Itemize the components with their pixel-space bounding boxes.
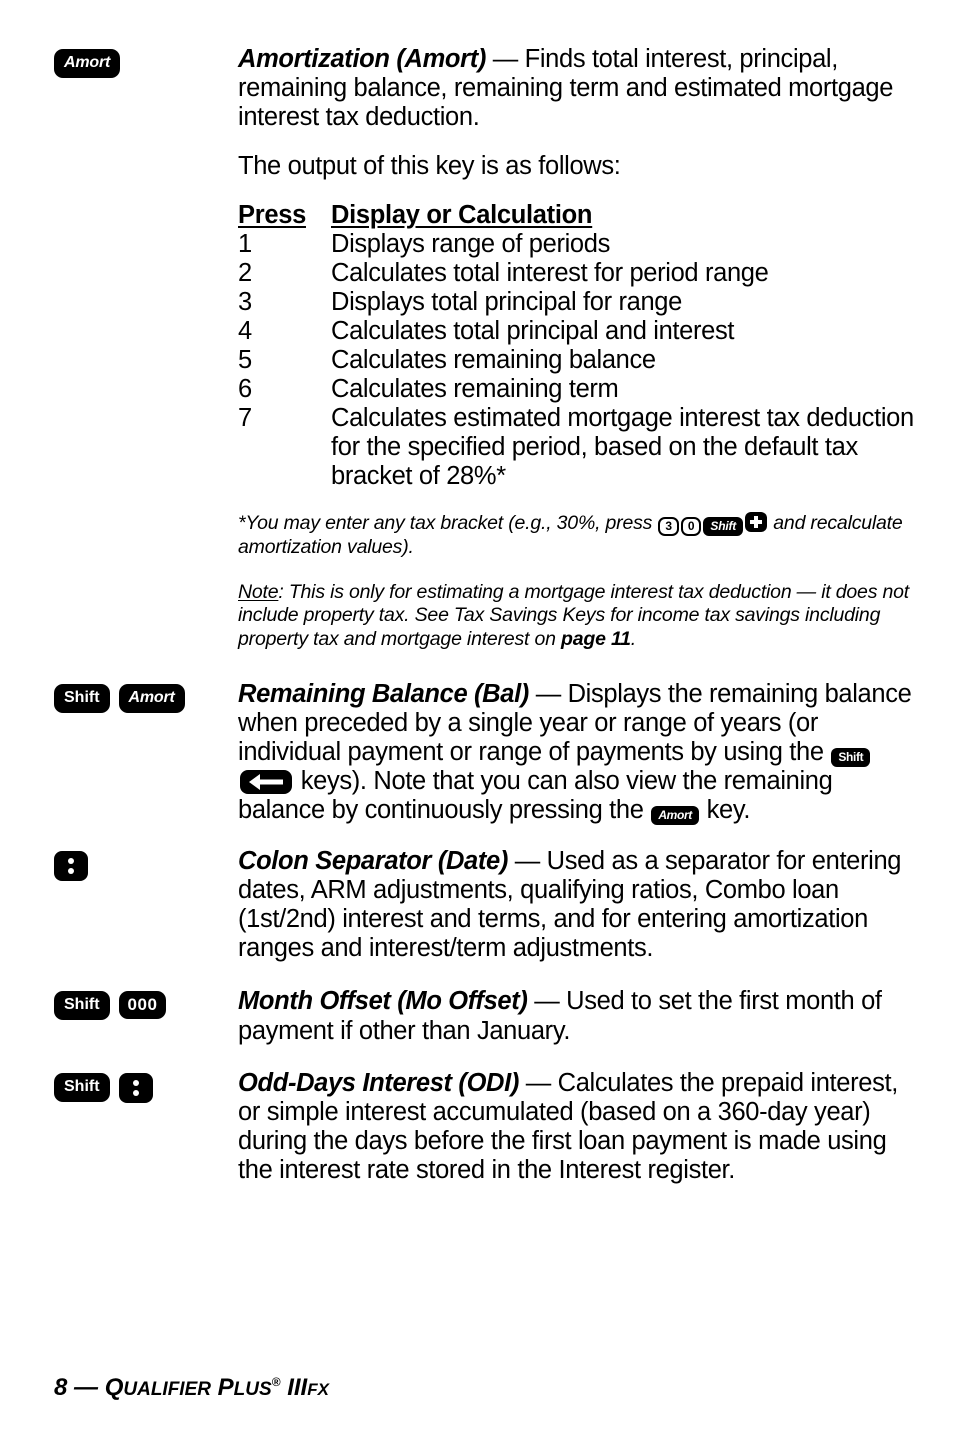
body-column-odd-days-interest: Odd-Days Interest (ODI) — Calculates the…	[238, 1069, 914, 1185]
entry-amortization: Amort Amortization (Amort) — Finds total…	[0, 0, 954, 651]
amort-key-icon: Amort	[651, 806, 699, 826]
em-dash: —	[485, 45, 525, 73]
footer-dash: —	[74, 1374, 99, 1401]
press-value: 1	[238, 229, 252, 258]
amortization-intro: The output of this key is as follows:	[238, 152, 621, 181]
colon-separator-description: Colon Separator (Date) — Used as a separ…	[238, 847, 914, 963]
digit-0-key-icon: 0	[680, 517, 702, 537]
amort-key: Amort	[54, 49, 121, 78]
month-offset-term: Month Offset (Mo Offset)	[238, 987, 528, 1016]
body-column-remaining-balance: Remaining Balance (Bal) — Displays the r…	[238, 679, 914, 826]
em-dash: —	[519, 1068, 558, 1097]
press-value: 3	[238, 287, 252, 316]
manual-page: Amort Amortization (Amort) — Finds total…	[0, 0, 954, 1432]
press-value: 6	[238, 375, 252, 404]
press-value: 4	[238, 316, 252, 345]
month-offset-description: Month Offset (Mo Offset) — Used to set t…	[238, 987, 914, 1045]
entry-odd-days-interest: Shift Odd-Days Interest (ODI) — Calculat…	[0, 1046, 954, 1185]
footer-brand-p: P	[217, 1374, 234, 1401]
shift-key: Shift	[54, 683, 110, 713]
amortization-description: Amortization (Amort) — Finds total inter…	[238, 45, 914, 132]
note-colon: :	[278, 580, 289, 603]
press-value: 2	[238, 258, 252, 287]
key-column-remaining-balance: Shift Amort	[54, 680, 238, 713]
remaining-balance-term: Remaining Balance (Bal)	[238, 679, 529, 708]
press-value: 5	[238, 346, 252, 375]
table-row: 3 Displays total principal for range	[238, 288, 914, 317]
key-column-colon-separator	[54, 847, 238, 882]
odd-days-interest-term: Odd-Days Interest (ODI)	[238, 1068, 519, 1097]
key-column-month-offset: Shift 000	[54, 987, 238, 1021]
shift-key-icon: Shift	[703, 517, 744, 537]
table-row: 6 Calculates remaining term	[238, 375, 914, 404]
column-header-press: Press	[238, 201, 306, 230]
display-value: Calculates remaining term	[331, 375, 619, 404]
display-value: Calculates estimated mortgage interest t…	[331, 404, 914, 491]
note-text-part2: .	[630, 627, 637, 650]
footer-brand-qualifier: UALIFIER	[123, 1379, 211, 1400]
colon-key	[118, 1072, 153, 1103]
shift-key: Shift	[54, 991, 110, 1021]
page-footer: 8 — QUALIFIER PLUS® IIIFX	[54, 1374, 329, 1402]
footer-page-number: 8	[54, 1374, 68, 1401]
tax-bracket-footnote: *You may enter any tax bracket (e.g., 30…	[238, 512, 914, 559]
footer-brand-plus: LUS	[233, 1379, 272, 1400]
table-row: 4 Calculates total principal and interes…	[238, 317, 914, 346]
table-row: 7 Calculates estimated mortgage interest…	[238, 404, 914, 491]
column-header-display: Display or Calculation	[331, 201, 593, 230]
press-value: 7	[238, 404, 252, 433]
table-row: 5 Calculates remaining balance	[238, 346, 914, 375]
body-column-amortization: Amortization (Amort) — Finds total inter…	[238, 45, 914, 651]
footer-brand-q: Q	[104, 1374, 124, 1401]
amortization-term: Amortization (Amort)	[238, 45, 486, 73]
display-value: Displays range of periods	[331, 229, 610, 258]
key-column-amortization: Amort	[54, 45, 238, 78]
colon-key	[54, 851, 88, 882]
digit-3-key-icon: 3	[658, 517, 679, 537]
footer-model-fx: FX	[307, 1380, 329, 1399]
amort-key: Amort	[118, 683, 185, 713]
em-dash: —	[508, 847, 547, 876]
amortization-note: Note: This is only for estimating a mort…	[238, 581, 914, 651]
body-column-month-offset: Month Offset (Mo Offset) — Used to set t…	[238, 987, 914, 1045]
left-arrow-key-icon	[240, 770, 292, 795]
display-value: Displays total principal for range	[331, 287, 682, 316]
footer-registered-mark: ®	[271, 1375, 281, 1389]
remaining-balance-body-part3: key.	[699, 796, 751, 825]
display-value: Calculates total principal and interest	[331, 316, 735, 345]
table-row: 2 Calculates total interest for period r…	[238, 259, 914, 288]
colon-separator-term: Colon Separator (Date)	[238, 847, 508, 876]
press-display-table: Press Display or Calculation 1 Displays …	[238, 201, 914, 491]
footer-model-roman: III	[287, 1374, 308, 1401]
triple-zero-key: 000	[118, 991, 167, 1020]
display-value: Calculates remaining balance	[331, 346, 656, 375]
em-dash: —	[528, 679, 568, 708]
key-column-odd-days-interest: Shift	[54, 1069, 238, 1103]
entry-remaining-balance: Shift Amort Remaining Balance (Bal) — Di…	[0, 651, 954, 826]
display-value: Calculates total interest for period ran…	[331, 258, 769, 287]
plus-key-icon	[745, 512, 768, 533]
em-dash: —	[527, 987, 567, 1016]
shift-key: Shift	[54, 1072, 110, 1102]
shift-key-icon: Shift	[831, 748, 871, 768]
remaining-balance-description: Remaining Balance (Bal) — Displays the r…	[238, 679, 914, 826]
table-header-row: Press Display or Calculation	[238, 201, 914, 230]
odd-days-interest-description: Odd-Days Interest (ODI) — Calculates the…	[238, 1069, 914, 1185]
note-label: Note	[238, 580, 279, 603]
body-column-colon-separator: Colon Separator (Date) — Used as a separ…	[238, 847, 914, 963]
note-page-reference: page 11	[561, 627, 631, 650]
footnote-text-part1: *You may enter any tax bracket (e.g., 30…	[238, 512, 658, 535]
entry-colon-separator: Colon Separator (Date) — Used as a separ…	[0, 825, 954, 963]
entry-month-offset: Shift 000 Month Offset (Mo Offset) — Use…	[0, 963, 954, 1045]
table-row: 1 Displays range of periods	[238, 230, 914, 259]
